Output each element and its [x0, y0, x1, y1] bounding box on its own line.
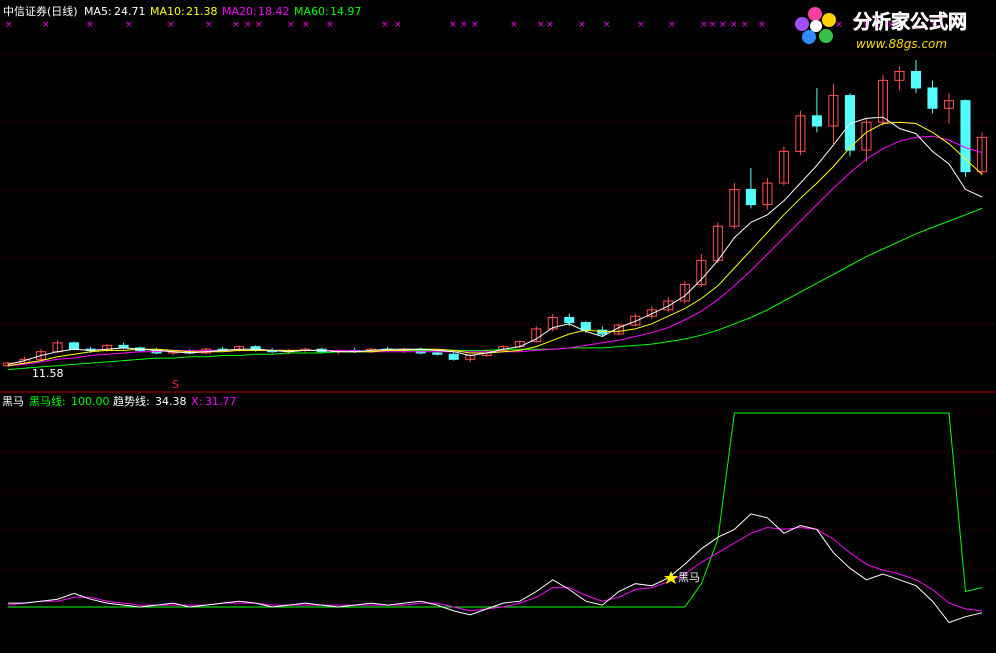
logo-url: www.88gs.com: [856, 37, 947, 51]
candlestick-series: [2, 60, 988, 367]
candle-body: [68, 342, 80, 350]
x-mark: ×: [603, 20, 611, 30]
stock-title: 中信证券(日线): [3, 4, 78, 18]
x-mark: ×: [471, 20, 479, 30]
x-mark: ×: [730, 20, 738, 30]
x-mark: ×: [394, 20, 402, 30]
heima-line: [8, 412, 983, 608]
candle-body: [432, 352, 443, 355]
x-mark: ×: [578, 20, 586, 30]
x-mark: ×: [302, 20, 310, 30]
candle-body: [811, 115, 822, 127]
x-mark: ×: [167, 20, 175, 30]
ma20-line: [7, 135, 983, 367]
ma20-value: 18.42: [258, 5, 290, 18]
ma60-line: [7, 207, 983, 370]
chart-canvas[interactable]: 中信证券(日线) MA5: 24.71 MA10: 21.38 MA20: 18…: [0, 0, 996, 653]
x-mark: ×: [719, 20, 727, 30]
ma10-label: MA10:: [150, 5, 185, 18]
logo-name: 分析家公式网: [853, 10, 967, 33]
s-marker: S: [172, 378, 179, 391]
indicator-title: 黑马: [2, 395, 24, 408]
x-mark: ×: [637, 20, 645, 30]
candle-body: [910, 70, 922, 89]
x-mark: ×: [709, 20, 717, 30]
ma60-label: MA60:: [294, 5, 329, 18]
trend-line: [8, 513, 983, 624]
x-label: X:: [191, 395, 202, 408]
x-mark: ×: [326, 20, 334, 30]
trend-label: 趋势线:: [113, 394, 150, 408]
x-mark: ×: [244, 20, 252, 30]
x-mark: ×: [287, 20, 295, 30]
candle-body: [927, 87, 938, 109]
candle-body: [960, 100, 971, 173]
x-mark: ×: [668, 20, 676, 30]
x-value: 31.77: [205, 395, 237, 408]
x-mark: ×: [125, 20, 133, 30]
signal-label: 黑马: [678, 571, 700, 584]
ma5-line: [7, 116, 983, 365]
hm-value: 100.00: [71, 395, 110, 408]
ma20-label: MA20:: [222, 5, 257, 18]
x-mark: ×: [232, 20, 240, 30]
flower-logo-icon: [795, 7, 836, 44]
candle-body: [745, 188, 756, 206]
x-mark: ×: [86, 20, 94, 30]
x-mark: ×: [741, 20, 749, 30]
x-mark: ×: [510, 20, 518, 30]
x-mark: ×: [5, 20, 13, 30]
candle-body: [580, 322, 591, 331]
hm-label: 黑马线:: [29, 394, 66, 408]
x-mark: ×: [835, 20, 843, 30]
candle-body: [448, 353, 459, 360]
trend-value: 34.38: [155, 395, 187, 408]
ma10-line: [7, 121, 983, 367]
low-price-label: 11.58: [32, 367, 64, 380]
bottom-grid: [0, 412, 996, 570]
ma5-label: MA5:: [84, 5, 112, 18]
ma60-value: 14.97: [330, 5, 362, 18]
ma10-value: 21.38: [186, 5, 218, 18]
x-mark: ×: [449, 20, 457, 30]
ma5-value: 24.71: [114, 5, 146, 18]
x-mark: ×: [537, 20, 545, 30]
candle-body: [564, 316, 575, 324]
x-mark: ×: [205, 20, 213, 30]
x-mark: ×: [700, 20, 708, 30]
chart-window: 中信证券(日线) MA5: 24.71 MA10: 21.38 MA20: 18…: [0, 0, 996, 653]
x-mark: ×: [758, 20, 766, 30]
x-mark: ×: [42, 20, 50, 30]
site-logo: 分析家公式网 www.88gs.com: [795, 7, 967, 51]
x-mark: ×: [381, 20, 389, 30]
x-mark: ×: [255, 20, 263, 30]
x-line: [7, 526, 983, 612]
x-mark: ×: [460, 20, 468, 30]
x-mark: ×: [546, 20, 554, 30]
